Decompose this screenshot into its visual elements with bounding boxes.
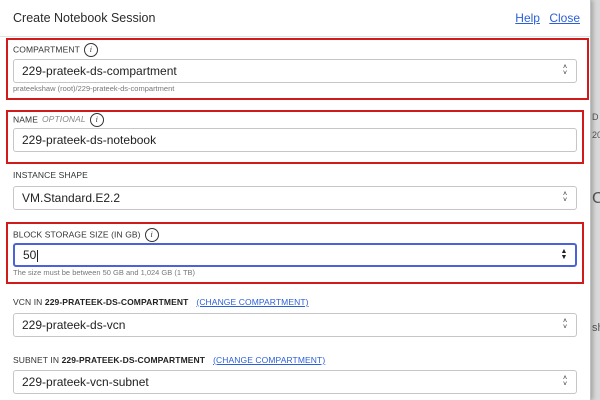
compartment-label: COMPARTMENT i: [13, 43, 98, 57]
block-storage-label: BLOCK STORAGE SIZE (IN GB) i: [13, 228, 159, 242]
subnet-value: 229-prateek-vcn-subnet: [22, 375, 149, 389]
subnet-select[interactable]: 229-prateek-vcn-subnet ˄ ˅: [13, 370, 577, 394]
vcn-value: 229-prateek-ds-vcn: [22, 318, 126, 332]
name-input[interactable]: 229-prateek-ds-notebook: [13, 128, 577, 152]
background-fragment: Co: [592, 190, 600, 207]
compartment-select[interactable]: 229-prateek-ds-compartment ˄ ˅: [13, 59, 577, 83]
instance-shape-label: INSTANCE SHAPE: [13, 170, 88, 180]
compartment-value: 229-prateek-ds-compartment: [22, 64, 177, 78]
name-value: 229-prateek-ds-notebook: [22, 133, 157, 147]
chevron-updown-icon: ˄ ˅: [562, 64, 568, 77]
dialog-title: Create Notebook Session: [13, 11, 156, 25]
block-storage-input[interactable]: 50 ▲ ▼: [13, 243, 577, 267]
info-icon[interactable]: i: [89, 113, 104, 127]
create-notebook-dialog: Create Notebook Session Help Close COMPA…: [0, 0, 591, 400]
vcn-change-compartment-link[interactable]: (CHANGE COMPARTMENT): [196, 297, 308, 307]
vcn-label: VCN IN 229-PRATEEK-DS-COMPARTMENT (CHANGE…: [13, 297, 309, 307]
chevron-updown-icon: ˄ ˅: [562, 318, 568, 331]
background-fragment: 20: [592, 130, 600, 140]
vcn-select[interactable]: 229-prateek-ds-vcn ˄ ˅: [13, 313, 577, 337]
header-links: Help Close: [509, 11, 580, 25]
background-fragment: D: [592, 112, 599, 122]
info-icon[interactable]: i: [83, 43, 98, 57]
name-label: NAME OPTIONAL i: [13, 113, 104, 127]
block-storage-helper: The size must be between 50 GB and 1,024…: [13, 268, 196, 277]
optional-tag: OPTIONAL: [41, 114, 86, 125]
chevron-updown-icon: ˄ ˅: [562, 375, 568, 388]
close-link[interactable]: Close: [549, 11, 580, 25]
subnet-label: SUBNET IN 229-PRATEEK-DS-COMPARTMENT (CHA…: [13, 355, 326, 365]
stepper-icon[interactable]: ▲ ▼: [559, 245, 569, 265]
instance-shape-select[interactable]: VM.Standard.E2.2 ˄ ˅: [13, 186, 577, 210]
info-icon[interactable]: i: [144, 228, 159, 242]
chevron-updown-icon: ˄ ˅: [562, 191, 568, 204]
dialog-header: Create Notebook Session Help Close: [0, 0, 590, 37]
background-fragment: sh: [592, 322, 600, 334]
help-link[interactable]: Help: [515, 11, 540, 25]
subnet-change-compartment-link[interactable]: (CHANGE COMPARTMENT): [213, 355, 325, 365]
block-storage-value: 50: [23, 248, 37, 262]
compartment-path: prateekshaw (root)/229-prateek-ds-compar…: [13, 84, 175, 93]
text-caret: [37, 249, 39, 262]
instance-shape-value: VM.Standard.E2.2: [22, 191, 121, 205]
